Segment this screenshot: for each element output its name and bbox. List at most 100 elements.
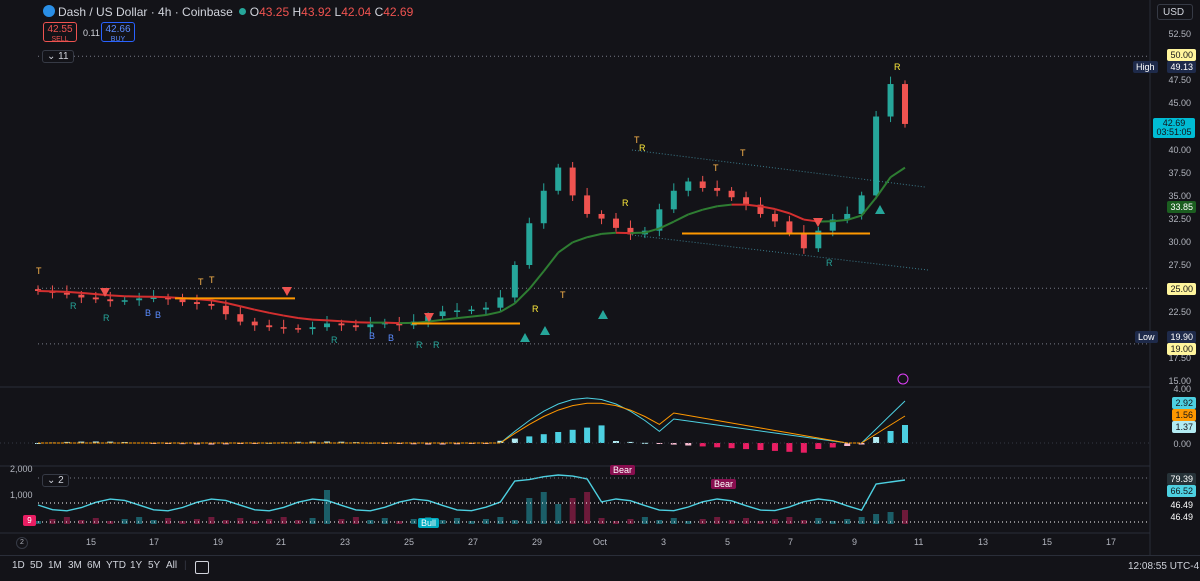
range-3m-button[interactable]: 3M bbox=[68, 560, 82, 571]
reversal-marker: R bbox=[416, 340, 423, 350]
scale-badge[interactable]: 2 bbox=[16, 537, 28, 549]
volume-bar bbox=[483, 519, 489, 524]
close-value: 42.69 bbox=[383, 5, 413, 19]
moving-average-segment bbox=[573, 237, 587, 242]
high-value: 43.92 bbox=[301, 5, 331, 19]
macd-histogram-bar bbox=[584, 428, 590, 443]
top-marker: T bbox=[713, 163, 719, 173]
price-tick: 52.50 bbox=[1168, 29, 1191, 39]
macd-histogram-bar bbox=[729, 443, 735, 448]
volume-bar bbox=[454, 518, 460, 524]
moving-average-segment bbox=[255, 310, 269, 313]
range-6m-button[interactable]: 6M bbox=[87, 560, 101, 571]
candle-body bbox=[888, 84, 894, 116]
chart-area[interactable]: RRRRRRBBBBTTTTTTRRRRT bbox=[0, 0, 1200, 580]
macd-histogram-bar bbox=[801, 443, 807, 453]
price-tick: 47.50 bbox=[1168, 75, 1191, 85]
candle-body bbox=[541, 191, 547, 223]
low-value: 42.04 bbox=[341, 5, 371, 19]
date-tick: 29 bbox=[532, 537, 542, 547]
candle-body bbox=[223, 306, 229, 314]
volume-bar bbox=[93, 518, 99, 524]
range-1d-button[interactable]: 1D bbox=[12, 560, 25, 571]
moving-average-segment bbox=[341, 321, 355, 322]
vol-axis-top: 2,000 bbox=[10, 464, 33, 474]
volume-bar bbox=[310, 518, 316, 524]
calendar-icon[interactable] bbox=[195, 561, 209, 574]
currency-selector[interactable]: USD bbox=[1157, 4, 1193, 20]
macd-value-3: 1.37 bbox=[1172, 421, 1196, 433]
reversal-marker: R bbox=[826, 258, 833, 268]
volume-badge: 9 bbox=[23, 515, 36, 526]
volume-bar bbox=[743, 518, 749, 524]
volume-bar bbox=[714, 517, 720, 524]
rsi-line bbox=[38, 475, 905, 511]
buy-button[interactable]: 42.66BUY bbox=[101, 22, 135, 42]
range-5y-button[interactable]: 5Y bbox=[148, 560, 160, 571]
moving-average-segment bbox=[443, 318, 457, 320]
volume-bar bbox=[555, 504, 561, 524]
sell-button[interactable]: 42.55SELL bbox=[43, 22, 77, 42]
alert-label-50[interactable]: 50.00 bbox=[1167, 49, 1196, 61]
range-5d-button[interactable]: 5D bbox=[30, 560, 43, 571]
moving-average-segment bbox=[110, 295, 124, 296]
macd-histogram-bar bbox=[656, 443, 662, 444]
candle-body bbox=[786, 221, 792, 232]
candle-body bbox=[295, 328, 301, 330]
price-tick: 32.50 bbox=[1168, 214, 1191, 224]
candle-body bbox=[526, 223, 532, 265]
bull-marker: B bbox=[155, 310, 161, 320]
candle-body bbox=[252, 322, 258, 326]
candle-body bbox=[902, 84, 908, 124]
chevron-down-icon: ⌄ bbox=[47, 475, 55, 486]
macd-line bbox=[38, 398, 905, 443]
alert-label-19[interactable]: 19.00 bbox=[1167, 343, 1196, 355]
moving-average-segment bbox=[269, 313, 283, 316]
range-1m-button[interactable]: 1M bbox=[48, 560, 62, 571]
candle-body bbox=[743, 197, 749, 204]
moving-average-segment bbox=[703, 206, 717, 209]
indicators-collapse-button[interactable]: ⌄ 11 bbox=[42, 50, 74, 63]
symbol-header[interactable]: Dash / US Dollar · 4h · CoinbaseO43.25 H… bbox=[58, 5, 413, 19]
alert-label-25[interactable]: 25.00 bbox=[1167, 283, 1196, 295]
symbol-title: Dash / US Dollar · 4h · Coinbase bbox=[58, 5, 233, 19]
pane-collapse-button[interactable]: ⌄ 2 bbox=[42, 474, 69, 487]
price-tick: 30.00 bbox=[1168, 237, 1191, 247]
volume-bar bbox=[570, 498, 576, 524]
volume-bar bbox=[237, 518, 243, 524]
bull-marker: B bbox=[145, 308, 151, 318]
date-tick: 21 bbox=[276, 537, 286, 547]
volume-bar bbox=[136, 517, 142, 524]
volume-bar bbox=[497, 517, 503, 524]
volume-bar bbox=[324, 490, 330, 524]
volume-bar bbox=[671, 518, 677, 524]
candle-body bbox=[772, 214, 778, 221]
moving-average-segment bbox=[472, 315, 486, 317]
volume-bar bbox=[801, 520, 807, 524]
volume-bar bbox=[469, 521, 475, 524]
reversal-marker: R bbox=[70, 301, 77, 311]
range-ytd-button[interactable]: YTD bbox=[106, 560, 126, 571]
candle-body bbox=[266, 325, 272, 327]
chart-canvas[interactable]: RRRRRRBBBBTTTTTTRRRRT bbox=[0, 0, 1200, 580]
moving-average-segment bbox=[833, 220, 847, 221]
sell-price: 42.55 bbox=[47, 24, 72, 35]
volume-bar bbox=[859, 517, 865, 524]
range-1y-button[interactable]: 1Y bbox=[130, 560, 142, 571]
macd-histogram-bar bbox=[555, 432, 561, 443]
macd-zero-tick: 0.00 bbox=[1173, 439, 1191, 449]
volume-bar bbox=[729, 520, 735, 524]
range-all-button[interactable]: All bbox=[166, 560, 177, 571]
date-tick: 3 bbox=[661, 537, 666, 547]
macd-histogram-bar bbox=[830, 443, 836, 448]
clock[interactable]: 12:08:55 UTC-4 bbox=[1128, 561, 1199, 572]
candle-body bbox=[310, 327, 316, 329]
volume-bar bbox=[642, 517, 648, 524]
volume-bar bbox=[584, 492, 590, 524]
buy-signal-triangle-icon bbox=[875, 205, 885, 214]
date-tick: 13 bbox=[978, 537, 988, 547]
top-marker: T bbox=[209, 275, 215, 285]
reversal-marker: R bbox=[331, 335, 338, 345]
moving-average-segment bbox=[211, 300, 225, 302]
bull-marker: B bbox=[369, 331, 375, 341]
